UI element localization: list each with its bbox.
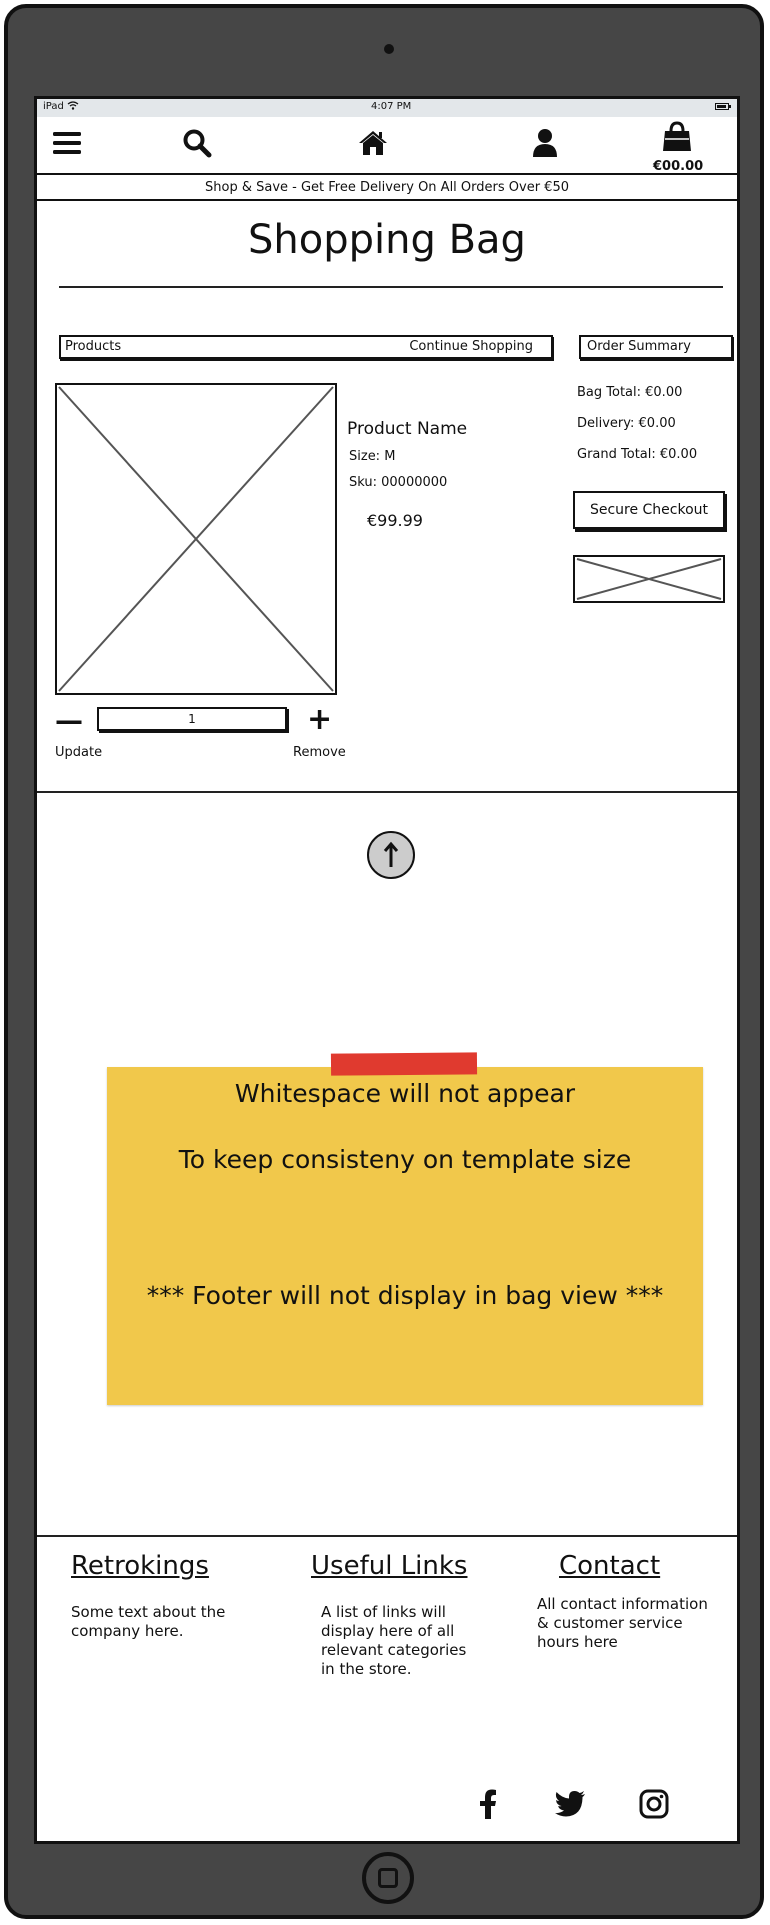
banner-rule [37,199,737,201]
product-size: Size: M [349,449,396,464]
products-bar: Products Continue Shopping [59,335,553,359]
navbar: €00.00 [37,117,737,174]
page-title: Shopping Bag [248,217,526,263]
wifi-icon [67,101,79,110]
footer-heading-contact: Contact [559,1551,661,1581]
quantity-input[interactable]: 1 [97,707,287,731]
back-to-top-button[interactable] [367,831,415,879]
products-label: Products [65,339,122,354]
summary-grand-total: Grand Total: €0.00 [577,447,698,462]
instagram-icon[interactable] [637,1787,671,1821]
footer-text-contact: All contact information & customer servi… [537,1595,708,1651]
summary-bag-total: Bag Total: €0.00 [577,385,683,400]
footer-heading-useful-links: Useful Links [311,1551,468,1581]
home-icon[interactable] [355,125,391,161]
footer-heading-retrokings: Retrokings [71,1551,209,1581]
product-price: €99.99 [367,511,423,530]
update-link[interactable]: Update [55,745,102,760]
tape [330,1052,478,1076]
product-image-placeholder[interactable] [55,383,337,695]
summary-delivery: Delivery: €0.00 [577,416,676,431]
footer-rule [37,1535,737,1537]
twitter-icon[interactable] [553,1787,587,1821]
product-sku: Sku: 00000000 [349,475,448,490]
search-icon[interactable] [179,125,215,161]
clock: 4:07 PM [371,101,412,112]
note-line-3: *** Footer will not display in bag view … [146,1281,664,1310]
facebook-icon[interactable] [471,1787,505,1821]
menu-icon[interactable] [49,125,85,161]
footer-text-links: A list of links will display here of all… [321,1603,467,1678]
product-name: Product Name [347,419,468,439]
battery-icon [715,103,731,110]
increase-quantity-button[interactable]: + [307,705,332,735]
note-line-2: To keep consisteny on template size [178,1145,632,1174]
note-line-1: Whitespace will not appear [234,1079,576,1108]
screen: iPad 4:07 PM €00.00 Shop & Save - Get Fr… [34,96,740,1844]
remove-link[interactable]: Remove [293,745,346,760]
decrease-quantity-button[interactable]: — [55,707,83,735]
payment-image-placeholder [573,555,725,603]
sticky-note: Whitespace will not appear To keep consi… [107,1052,703,1405]
order-summary-header: Order Summary [579,335,733,359]
arrow-up-icon [383,841,399,867]
title-rule [59,286,723,288]
user-icon[interactable] [527,125,563,161]
secure-checkout-button[interactable]: Secure Checkout [573,491,725,529]
continue-shopping-link[interactable]: Continue Shopping [409,337,533,357]
camera [384,44,394,54]
footer-text-about: Some text about the company here. [71,1603,226,1640]
status-bar: iPad 4:07 PM [37,99,737,117]
bag-total[interactable]: €00.00 [653,159,703,174]
content-separator [37,791,737,793]
delivery-banner: Shop & Save - Get Free Delivery On All O… [205,180,569,195]
home-button[interactable] [362,1852,414,1904]
tablet-frame: iPad 4:07 PM €00.00 Shop & Save - Get Fr… [4,4,764,1919]
device-label: iPad [43,101,79,112]
shopping-bag-icon[interactable] [659,119,695,155]
